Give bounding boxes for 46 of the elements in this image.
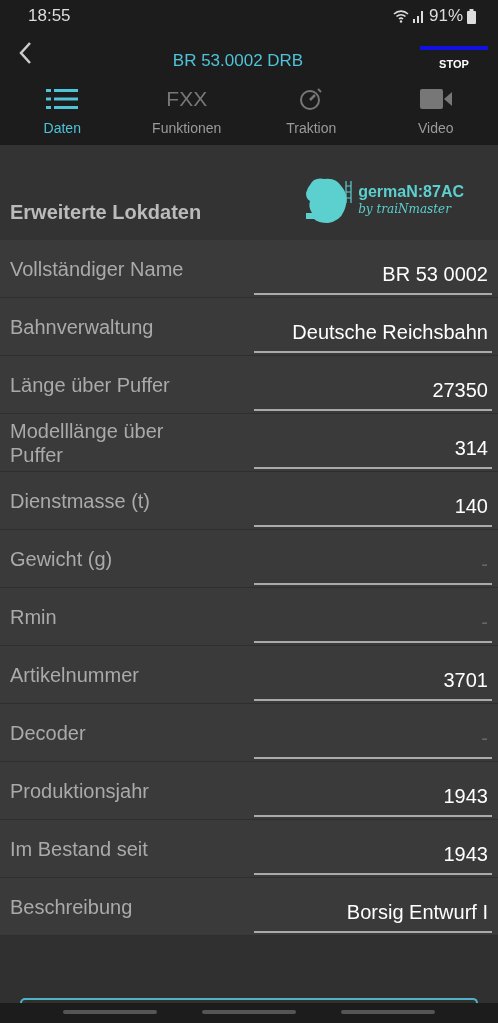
field-label: Decoder bbox=[10, 720, 87, 745]
stop-button[interactable]: STOP bbox=[420, 46, 488, 73]
tab[interactable]: Daten bbox=[0, 80, 125, 145]
status-time: 18:55 bbox=[28, 5, 71, 28]
gauge-icon bbox=[299, 87, 324, 111]
wifi-icon bbox=[392, 9, 409, 23]
field-label: Bahnverwaltung bbox=[10, 314, 155, 339]
input-field[interactable]: - bbox=[254, 600, 492, 643]
input-field[interactable]: Borsig Entwurf I bbox=[254, 890, 492, 933]
field-label: Gewicht (g) bbox=[10, 546, 114, 571]
nav-handle[interactable] bbox=[341, 1010, 435, 1014]
field-label: Rmin bbox=[10, 604, 58, 629]
input-field[interactable]: 1943 bbox=[254, 774, 492, 817]
input-field[interactable]: 1943 bbox=[254, 832, 492, 875]
fxx-icon: FXX bbox=[166, 83, 208, 115]
battery-percent: 91% bbox=[428, 5, 463, 28]
input-field[interactable]: 314 bbox=[254, 426, 492, 469]
input-field[interactable]: 27350 bbox=[254, 368, 492, 411]
field-label: Länge über Puffer bbox=[10, 372, 171, 397]
nav-handle[interactable] bbox=[63, 1010, 157, 1014]
logo-tagline: by traiNmaster bbox=[358, 200, 453, 218]
screen-title: BR 53.0002 DRB bbox=[172, 50, 304, 72]
field-label: Modelllänge über Puffer bbox=[10, 418, 165, 467]
field-label: Beschreibung bbox=[10, 894, 134, 919]
tab[interactable]: Traktion bbox=[249, 80, 374, 145]
logo-name: germaN:87AC bbox=[358, 183, 464, 200]
field-label: Vollständiger Name bbox=[10, 256, 185, 281]
field-label: Im Bestand seit bbox=[10, 836, 149, 861]
tab[interactable]: FXX Funktionen bbox=[124, 80, 249, 145]
input-field[interactable]: - bbox=[254, 542, 492, 585]
field-label: Produktionsjahr bbox=[10, 778, 150, 803]
field-label: Artikelnummer bbox=[10, 662, 140, 687]
signal-icon bbox=[412, 9, 425, 23]
input-field[interactable]: - bbox=[254, 716, 492, 759]
field-label: Dienstmasse (t) bbox=[10, 488, 152, 513]
section-title: Erweiterte Lokdaten bbox=[10, 200, 202, 225]
input-field[interactable]: 3701 bbox=[254, 658, 492, 701]
input-field[interactable]: 140 bbox=[254, 484, 492, 527]
nav-handle[interactable] bbox=[202, 1010, 296, 1014]
video-camera-icon bbox=[419, 89, 452, 109]
tab[interactable]: Video bbox=[373, 80, 498, 145]
input-field[interactable]: Deutsche Reichsbahn bbox=[254, 310, 492, 353]
battery-icon bbox=[467, 8, 476, 24]
back-button[interactable] bbox=[18, 40, 32, 65]
list-icon bbox=[46, 89, 79, 109]
input-field[interactable]: BR 53 0002 bbox=[254, 252, 492, 295]
